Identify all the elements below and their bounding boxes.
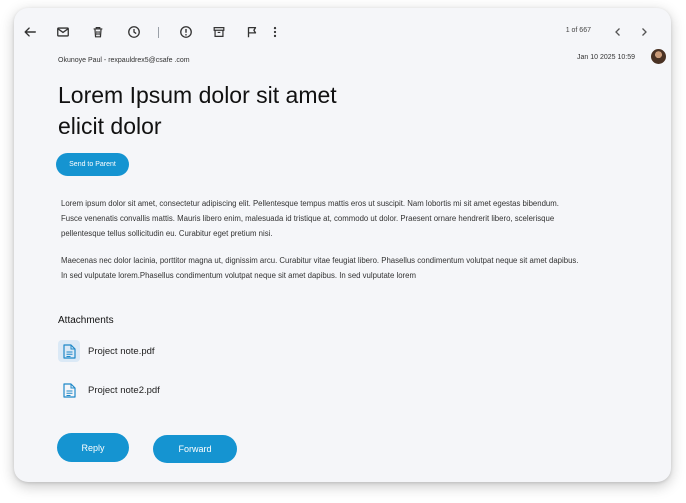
back-arrow-icon[interactable] [20,22,40,42]
attachment-item[interactable]: Project note.pdf [58,340,155,362]
sender-info: Okunoye Paul - rexpauldrex5@csafe .com [58,57,190,64]
toolbar-divider [158,27,159,38]
email-view: 1 of 667 Okunoye Paul - rexpauldrex5@csa… [14,8,671,482]
toolbar: 1 of 667 [14,22,671,44]
attachment-name: Project note.pdf [88,345,155,357]
archive-icon[interactable] [209,22,229,42]
email-body-paragraph-1: Lorem ipsum dolor sit amet, consectetur … [61,199,559,238]
forward-button[interactable]: Forward [153,435,237,463]
chevron-right-icon[interactable] [635,23,653,41]
more-vert-icon[interactable] [265,22,285,42]
pager-count: 1 of 667 [565,27,591,34]
flag-icon[interactable] [242,22,262,42]
avatar[interactable] [651,49,666,64]
clock-icon[interactable] [124,22,144,42]
trash-icon[interactable] [88,22,108,42]
file-icon [58,340,80,362]
file-icon [58,379,80,401]
reply-button[interactable]: Reply [57,433,129,462]
chevron-left-icon[interactable] [609,23,627,41]
send-to-parent-button[interactable]: Send to Parent [56,153,129,176]
mail-icon[interactable] [53,22,73,42]
attachment-name: Project note2.pdf [88,384,160,396]
datetime-text: Jan 10 2025 10:59 [577,54,635,61]
email-subject: Lorem Ipsum dolor sit amet elicit dolor [58,82,337,139]
alert-icon[interactable] [176,22,196,42]
attachment-item[interactable]: Project note2.pdf [58,379,160,401]
email-datetime: Jan 10 2025 10:59 [577,54,635,61]
email-body-paragraph-2: Maecenas nec dolor lacinia, porttitor ma… [61,256,579,280]
attachments-heading: Attachments [58,315,114,326]
